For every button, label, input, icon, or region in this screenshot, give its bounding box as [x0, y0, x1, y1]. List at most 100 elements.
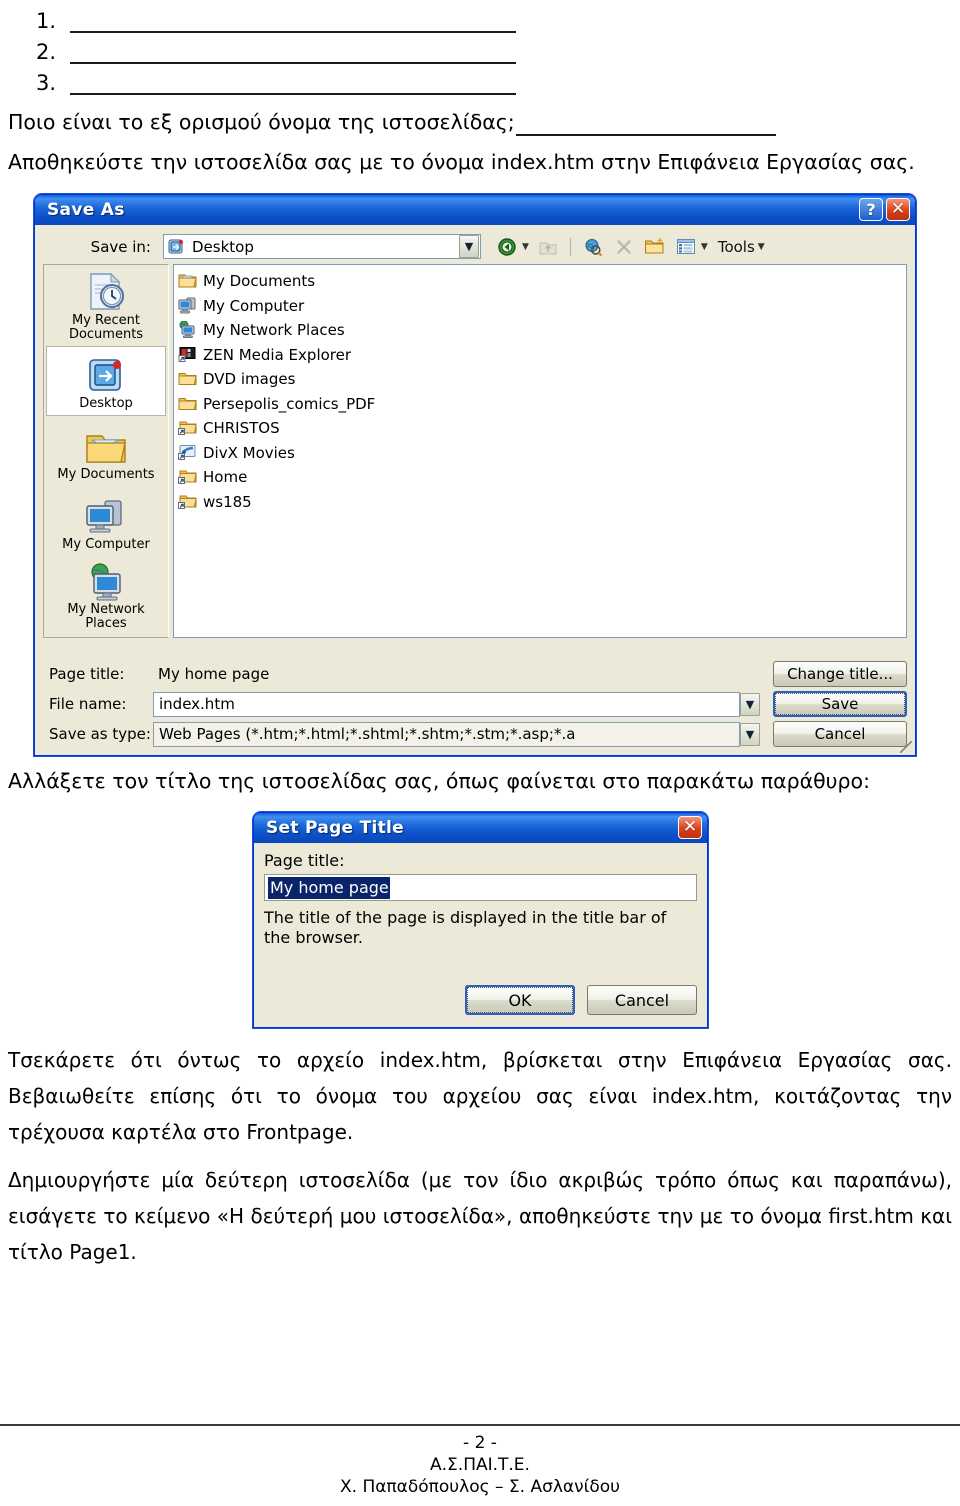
- list-item[interactable]: ZEN Media Explorer: [178, 343, 904, 368]
- blank-number: 2.: [36, 40, 57, 64]
- file-name-label: File name:: [49, 695, 127, 713]
- save-as-bottom-panel: Page title: My home page Change title...…: [43, 659, 907, 749]
- save-in-value: Desktop: [192, 237, 254, 256]
- close-icon[interactable]: ✕: [678, 816, 702, 839]
- answer-rule: [70, 13, 516, 33]
- list-item[interactable]: Persepolis_comics_PDF: [178, 392, 904, 417]
- place-label: My Documents: [57, 467, 155, 483]
- folder-shortcut-icon: [178, 419, 198, 437]
- chevron-down-icon[interactable]: ▼: [701, 242, 708, 252]
- page-number: - 2 -: [463, 1433, 497, 1453]
- place-label: My Computer: [62, 537, 150, 552]
- set-page-title-title-bar: Set Page Title ✕: [254, 813, 707, 843]
- answer-rule: [70, 75, 516, 95]
- chevron-down-icon[interactable]: ▼: [740, 722, 760, 746]
- views-icon[interactable]: [674, 235, 698, 259]
- numbered-blank-row: 3.: [36, 64, 556, 95]
- set-page-title-buttons: OK Cancel: [465, 985, 697, 1015]
- toolbar-separator: [569, 237, 571, 256]
- ok-button[interactable]: OK: [465, 985, 575, 1015]
- desktop-icon: [86, 350, 126, 396]
- help-icon[interactable]: ?: [859, 198, 883, 221]
- chevron-down-icon[interactable]: ▼: [740, 692, 760, 716]
- file-name: ws185: [203, 492, 252, 511]
- save-in-dropdown[interactable]: Desktop ▼: [163, 234, 481, 259]
- place-desktop[interactable]: Desktop: [46, 346, 166, 417]
- recent-documents-icon: [84, 267, 128, 313]
- page-title-input[interactable]: My home page: [264, 874, 697, 901]
- my-documents-icon: [84, 421, 128, 467]
- page-title-row: Page title: My home page Change title...: [43, 659, 907, 689]
- worksheet-page: 1. 2. 3. Ποιο είναι το εξ ορισμού όνομα …: [0, 0, 960, 1506]
- chevron-down-icon[interactable]: ▼: [459, 235, 479, 258]
- numbered-answer-blanks: 1. 2. 3.: [36, 2, 556, 95]
- folder-shortcut-icon: [178, 468, 198, 486]
- file-name: Persepolis_comics_PDF: [203, 394, 376, 413]
- answer-rule: [70, 44, 516, 64]
- back-icon[interactable]: [495, 235, 519, 259]
- up-one-level-icon[interactable]: [536, 235, 560, 259]
- search-the-web-icon[interactable]: [581, 235, 605, 259]
- change-title-button[interactable]: Change title...: [773, 661, 907, 687]
- verify-file-paragraph: Τσεκάρετε ότι όντως το αρχείο index.htm,…: [8, 1048, 952, 1144]
- list-item[interactable]: My Computer: [178, 294, 904, 319]
- save-as-type-value: Web Pages (*.htm;*.html;*.shtml;*.shtm;*…: [159, 725, 576, 743]
- list-item[interactable]: My Network Places: [178, 318, 904, 343]
- save-as-type-label: Save as type:: [49, 725, 151, 743]
- file-name: DivX Movies: [203, 443, 295, 462]
- blank-number: 1.: [36, 9, 57, 33]
- places-bar: My Recent Documents Desktop My Documents…: [43, 264, 169, 638]
- my-documents-icon: [178, 272, 198, 290]
- save-in-row: Save in: Desktop ▼ ▼ ▼ Tools ▼: [43, 233, 907, 260]
- place-label: Desktop: [79, 396, 133, 412]
- place-my-recent-documents[interactable]: My Recent Documents: [46, 267, 166, 346]
- chevron-down-icon[interactable]: ▼: [522, 242, 529, 252]
- list-item[interactable]: My Documents: [178, 269, 904, 294]
- place-my-documents[interactable]: My Documents: [46, 416, 166, 486]
- page-footer: - 2 - Α.Σ.ΠΑΙ.Τ.Ε. Χ. Παπαδόπουλος – Σ. …: [0, 1424, 960, 1498]
- my-computer-icon: [84, 491, 128, 537]
- place-my-network-places[interactable]: My Network Places: [46, 556, 166, 635]
- chevron-down-icon[interactable]: ▼: [758, 242, 765, 252]
- resize-grip[interactable]: [900, 741, 912, 753]
- shortcut-app-icon: [178, 346, 198, 364]
- cancel-button[interactable]: Cancel: [773, 721, 907, 747]
- set-page-title-dialog[interactable]: Set Page Title ✕ Page title: My home pag…: [253, 812, 708, 1028]
- tools-menu[interactable]: Tools: [718, 238, 755, 256]
- file-name: Home: [203, 468, 248, 487]
- network-places-icon: [178, 321, 198, 339]
- create-new-folder-icon[interactable]: [643, 235, 667, 259]
- list-item[interactable]: ws185: [178, 490, 904, 515]
- close-icon[interactable]: ✕: [886, 198, 910, 221]
- second-page-paragraph: Δημιουργήστε μία δεύτερη ιστοσελίδα (με …: [8, 1168, 952, 1264]
- file-name: ZEN Media Explorer: [203, 345, 352, 364]
- save-button[interactable]: Save: [773, 691, 907, 717]
- numbered-blank-row: 2.: [36, 33, 556, 64]
- list-item[interactable]: Home: [178, 465, 904, 490]
- file-name: CHRISTOS: [203, 419, 280, 438]
- folder-shortcut-icon: [178, 493, 198, 511]
- list-item[interactable]: CHRISTOS: [178, 416, 904, 441]
- page-title-value: My home page: [158, 665, 270, 683]
- file-list[interactable]: My Documents My Computer My Network Plac…: [173, 264, 907, 638]
- list-item[interactable]: DivX Movies: [178, 441, 904, 466]
- save-as-title-text: Save As: [47, 200, 125, 220]
- place-my-computer[interactable]: My Computer: [46, 486, 166, 556]
- shortcut-app-icon: [178, 444, 198, 462]
- set-page-title-body: Page title: My home page The title of th…: [254, 843, 707, 1027]
- cancel-button[interactable]: Cancel: [587, 985, 697, 1015]
- save-as-dialog[interactable]: Save As ? ✕ Save in: Desktop ▼ ▼ ▼ Tools…: [34, 194, 916, 756]
- page-title-label: Page title:: [49, 665, 125, 683]
- set-page-title-window-buttons: ✕: [678, 816, 702, 839]
- list-item[interactable]: DVD images: [178, 367, 904, 392]
- save-as-type-row: Save as type: Web Pages (*.htm;*.html;*.…: [43, 719, 907, 749]
- institution-name: Α.Σ.ΠΑΙ.Τ.Ε.: [430, 1455, 530, 1475]
- save-as-type-dropdown[interactable]: Web Pages (*.htm;*.html;*.shtml;*.shtm;*…: [153, 721, 740, 747]
- file-name-input[interactable]: index.htm: [153, 691, 740, 717]
- file-name-value: index.htm: [159, 695, 235, 713]
- network-places-icon: [84, 556, 128, 602]
- default-page-name-question: Ποιο είναι το εξ ορισμού όνομα της ιστοσ…: [8, 108, 952, 136]
- author-names: Χ. Παπαδόπουλος – Σ. Ασλανίδου: [339, 1477, 620, 1497]
- delete-icon[interactable]: [612, 235, 636, 259]
- file-name: My Documents: [203, 272, 316, 291]
